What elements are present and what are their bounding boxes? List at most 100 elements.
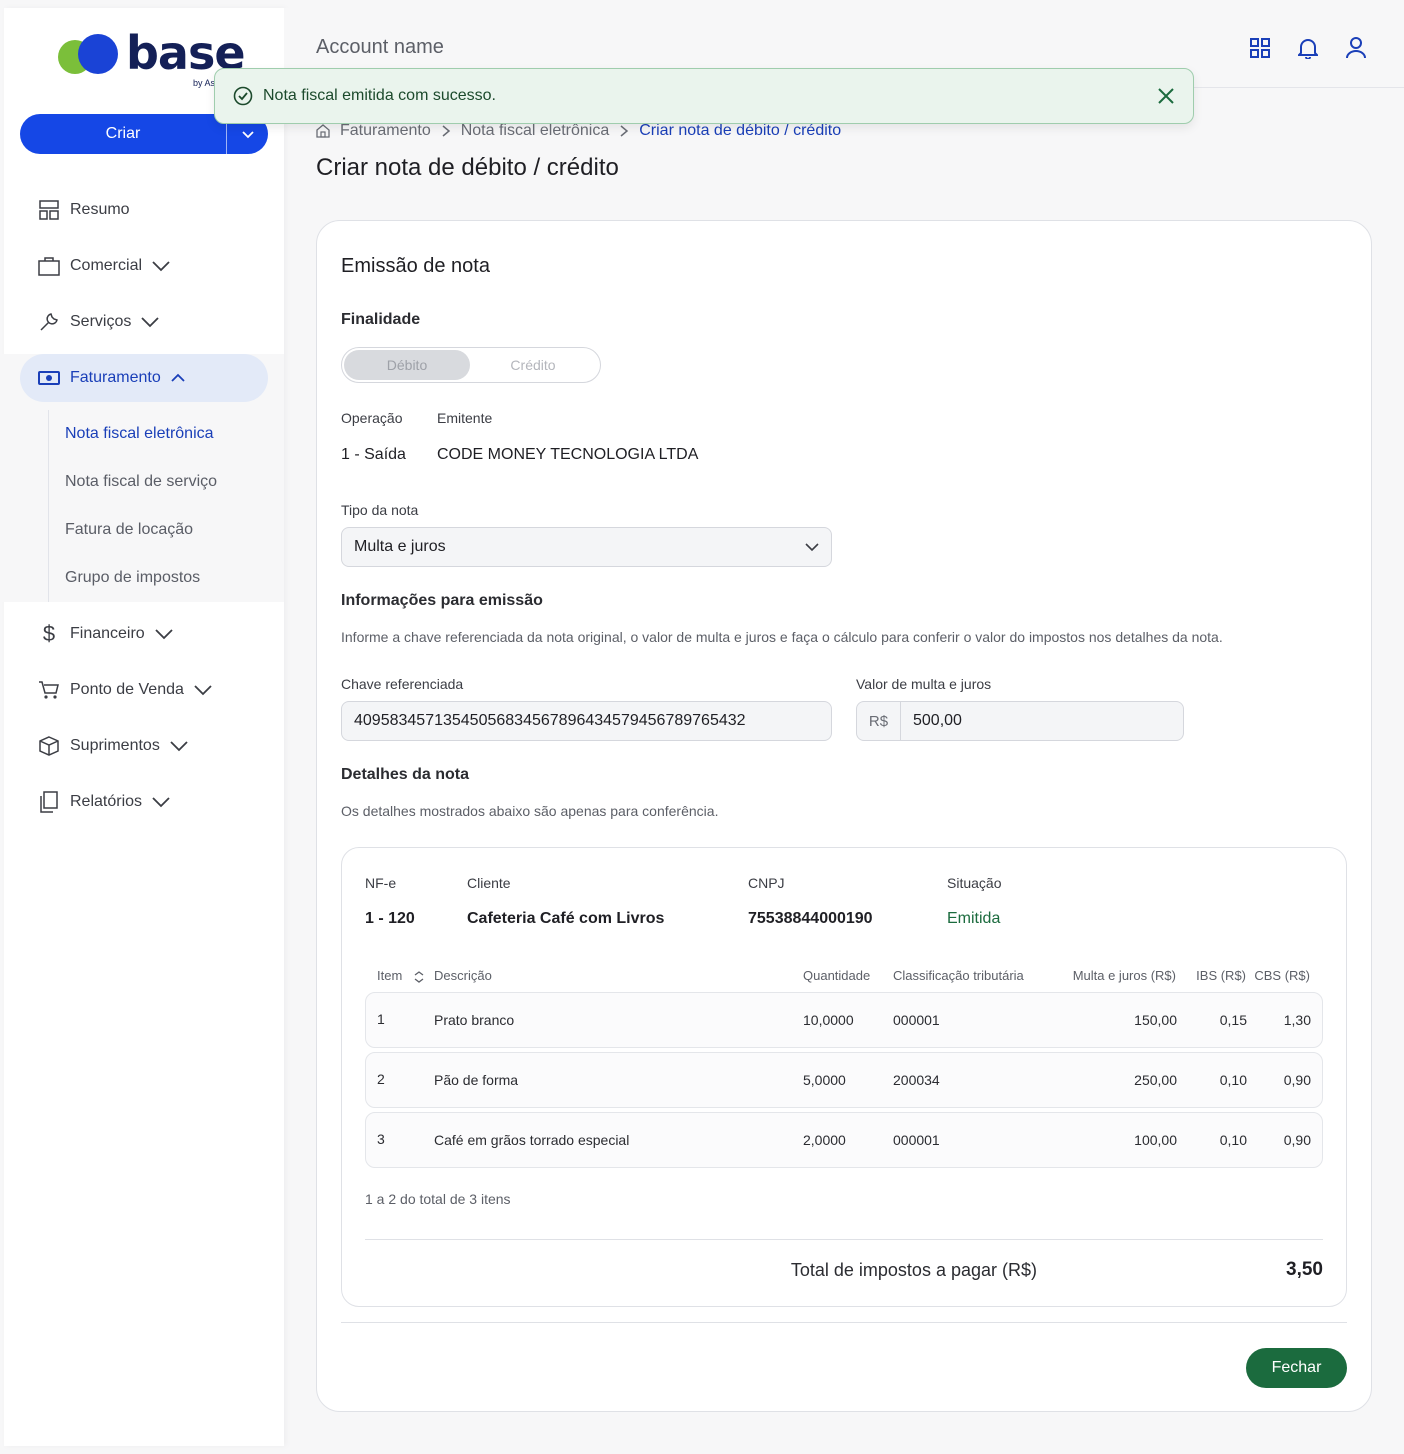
- chevron-right-icon: [620, 125, 629, 137]
- sidebar-subitem-grupo-impostos[interactable]: Grupo de impostos: [49, 554, 268, 602]
- cell-quantidade: 5,0000: [803, 1072, 846, 1088]
- cell-cbs: 1,30: [1283, 1012, 1311, 1028]
- cell-multa: 100,00: [1134, 1132, 1177, 1148]
- column-header-multa: Multa e juros (R$): [1072, 968, 1176, 983]
- tipo-nota-value: Multa e juros: [354, 538, 446, 555]
- logo-blue-dot: [78, 34, 118, 74]
- sidebar-nav: Resumo Comercial Serviços Faturamento No…: [0, 186, 284, 834]
- cell-descricao: Café em grãos torrado especial: [434, 1132, 630, 1148]
- table-row[interactable]: 3 Café em grãos torrado especial 2,0000 …: [365, 1112, 1323, 1168]
- sidebar-item-resumo[interactable]: Resumo: [20, 186, 268, 234]
- cell-item: 1: [377, 1011, 385, 1027]
- user-icon[interactable]: [1344, 36, 1368, 60]
- dashboard-icon: [38, 199, 60, 221]
- sidebar-expanded-group: Faturamento Nota fiscal eletrônica Nota …: [0, 354, 284, 602]
- tipo-nota-select[interactable]: Multa e juros: [341, 527, 832, 567]
- sidebar-item-suprimentos[interactable]: Suprimentos: [20, 722, 268, 770]
- situacao-value: Emitida: [947, 910, 1001, 927]
- breadcrumb-item[interactable]: Faturamento: [340, 122, 431, 140]
- table-row[interactable]: 1 Prato branco 10,0000 000001 150,00 0,1…: [365, 992, 1323, 1048]
- chevron-down-icon: [170, 740, 188, 752]
- cliente-value: Cafeteria Café com Livros: [467, 910, 665, 927]
- cell-cbs: 0,90: [1283, 1132, 1311, 1148]
- toggle-credito[interactable]: Crédito: [470, 350, 596, 380]
- cart-icon: [38, 679, 60, 701]
- column-header-label: Item: [377, 968, 403, 983]
- cell-quantidade: 2,0000: [803, 1132, 846, 1148]
- sidebar-item-financeiro[interactable]: $ Financeiro: [20, 610, 268, 658]
- operacao-label: Operação: [341, 410, 403, 426]
- sidebar-item-ponto-de-venda[interactable]: Ponto de Venda: [20, 666, 268, 714]
- sidebar: base by As Criar Resumo Comercial Serviç…: [0, 8, 284, 1446]
- sidebar-item-relatorios[interactable]: Relatórios: [20, 778, 268, 826]
- column-header-classificacao: Classificação tributária: [893, 968, 1024, 983]
- column-header-cbs: CBS (R$): [1254, 968, 1310, 983]
- cell-quantidade: 10,0000: [803, 1012, 854, 1028]
- close-icon[interactable]: [1157, 87, 1175, 105]
- sidebar-item-label: Resumo: [70, 201, 130, 218]
- apps-grid-icon[interactable]: [1248, 36, 1272, 60]
- account-name[interactable]: Account name: [316, 36, 444, 59]
- table-row[interactable]: 2 Pão de forma 5,0000 200034 250,00 0,10…: [365, 1052, 1323, 1108]
- create-button[interactable]: Criar: [20, 114, 226, 154]
- cell-ibs: 0,10: [1219, 1132, 1247, 1148]
- emission-card: Emissão de nota Finalidade Débito Crédit…: [316, 220, 1372, 1412]
- package-icon: [38, 735, 60, 757]
- total-label: Total de impostos a pagar (R$): [790, 1260, 1037, 1280]
- banknote-icon: [38, 367, 60, 389]
- page-title: Criar nota de débito / crédito: [316, 154, 619, 181]
- pagination-info: 1 a 2 do total de 3 itens: [365, 1191, 511, 1207]
- close-button[interactable]: Fechar: [1246, 1348, 1347, 1388]
- situacao-label: Situação: [947, 875, 1002, 891]
- sidebar-item-comercial[interactable]: Comercial: [20, 242, 268, 290]
- chevron-down-icon: [152, 796, 170, 808]
- emitente-label: Emitente: [437, 410, 493, 426]
- chevron-down-icon: [194, 684, 212, 696]
- cnpj-value: 75538844000190: [748, 910, 873, 927]
- cliente-label: Cliente: [467, 875, 511, 891]
- valor-input[interactable]: R$ 500,00: [856, 701, 1184, 741]
- breadcrumb-item[interactable]: Nota fiscal eletrônica: [461, 122, 610, 140]
- sidebar-item-label: Ponto de Venda: [70, 681, 184, 698]
- finalidade-label: Finalidade: [341, 311, 421, 328]
- home-icon[interactable]: [316, 124, 330, 138]
- toast-message: Nota fiscal emitida com sucesso.: [263, 87, 496, 104]
- breadcrumb-current: Criar nota de débito / crédito: [639, 122, 842, 139]
- cell-cbs: 0,90: [1283, 1072, 1311, 1088]
- sidebar-subitem-nota-fiscal-servico[interactable]: Nota fiscal de serviço: [49, 458, 268, 506]
- column-header-descricao: Descrição: [434, 968, 492, 983]
- wrench-icon: [38, 311, 60, 333]
- breadcrumb: Faturamento Nota fiscal eletrônica Criar…: [316, 122, 841, 140]
- toggle-debito[interactable]: Débito: [344, 350, 470, 380]
- sidebar-subitem-nota-fiscal-eletronica[interactable]: Nota fiscal eletrônica: [49, 410, 268, 458]
- cell-classificacao: 000001: [893, 1012, 940, 1028]
- check-circle-icon: [233, 86, 253, 106]
- sidebar-item-servicos[interactable]: Serviços: [20, 298, 268, 346]
- cell-descricao: Prato branco: [434, 1012, 515, 1028]
- tipo-nota-label: Tipo da nota: [341, 502, 419, 518]
- sidebar-item-label: Suprimentos: [70, 737, 160, 754]
- sidebar-item-label: Relatórios: [70, 793, 143, 810]
- cell-descricao: Pão de forma: [434, 1072, 519, 1088]
- chave-input[interactable]: 4095834571354505683456789643457945678976…: [341, 701, 832, 741]
- sidebar-item-label: Serviços: [70, 313, 132, 330]
- sidebar-item-label: Faturamento: [70, 369, 161, 386]
- sidebar-item-faturamento[interactable]: Faturamento: [20, 354, 268, 402]
- total-value: 3,50: [1286, 1259, 1323, 1280]
- cell-multa: 150,00: [1134, 1012, 1177, 1028]
- detalhes-help: Os detalhes mostrados abaixo são apenas …: [341, 803, 719, 819]
- column-header-ibs: IBS (R$): [1196, 968, 1246, 983]
- column-header-item[interactable]: Item: [377, 968, 424, 983]
- column-header-quantidade: Quantidade: [803, 968, 871, 983]
- valor-value: 500,00: [913, 712, 962, 729]
- operacao-value: 1 - Saída: [341, 446, 406, 463]
- divider: [365, 1239, 1323, 1240]
- emitente-value: CODE MONEY TECNOLOGIA LTDA: [437, 446, 699, 463]
- chevron-down-icon: [141, 316, 159, 328]
- chave-label: Chave referenciada: [341, 676, 464, 692]
- cell-classificacao: 000001: [893, 1132, 940, 1148]
- sidebar-subitem-fatura-locacao[interactable]: Fatura de locação: [49, 506, 268, 554]
- finalidade-toggle: Débito Crédito: [341, 347, 601, 383]
- bell-icon[interactable]: [1296, 36, 1320, 60]
- cell-ibs: 0,15: [1219, 1012, 1247, 1028]
